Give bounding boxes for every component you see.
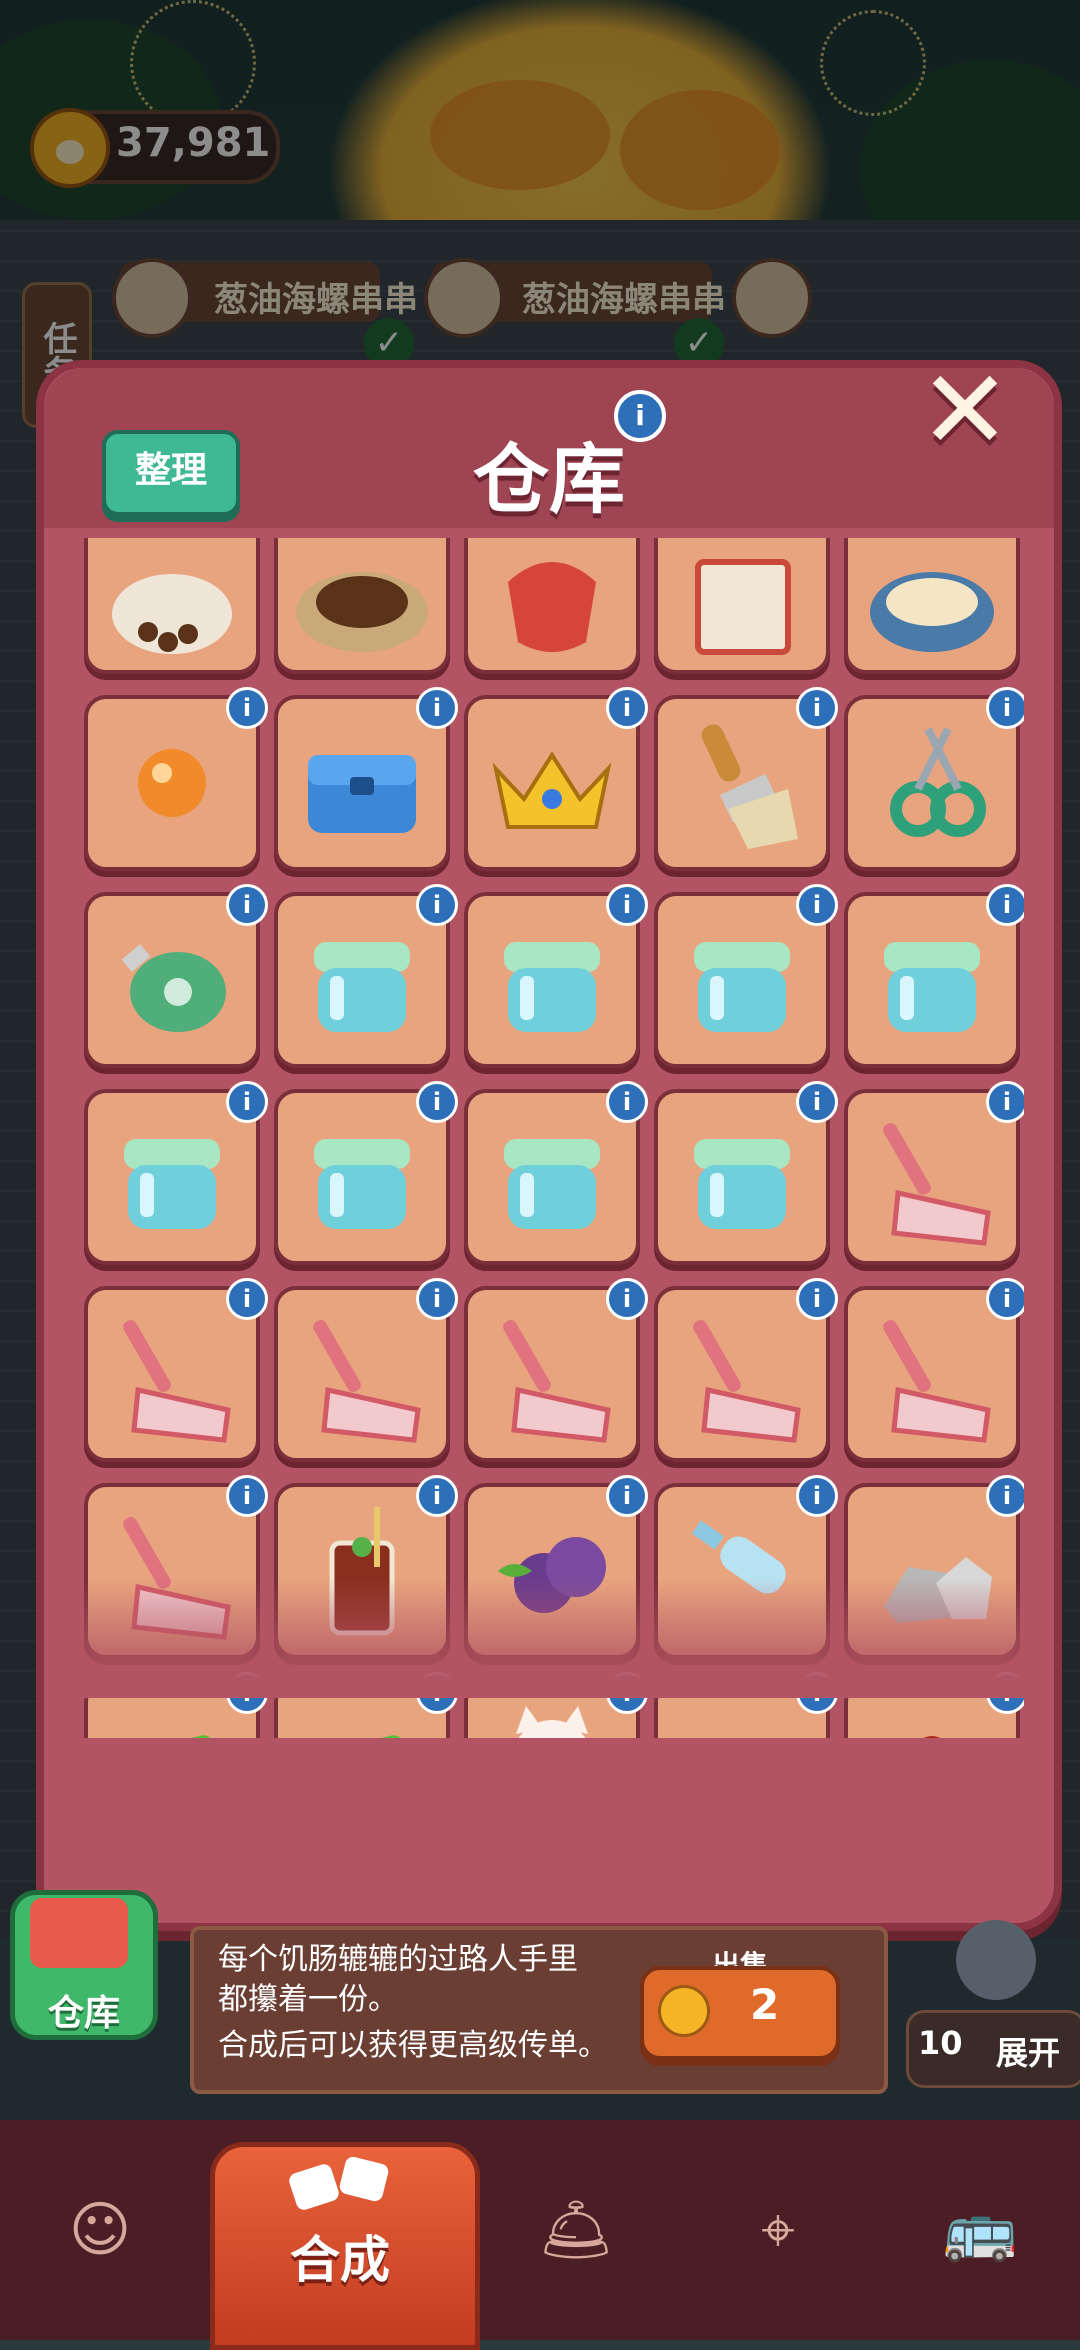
expand-count: 10 [918,2024,963,2062]
map-pin-icon[interactable]: ⌖ [718,2170,838,2290]
info-icon[interactable]: i [416,1475,458,1517]
inventory-slot[interactable]: i [84,1081,268,1265]
info-icon[interactable]: i [986,1081,1024,1123]
dustpan-icon [503,1320,611,1443]
info-icon[interactable]: i [986,1278,1024,1320]
info-icon[interactable]: i [986,1475,1024,1517]
sell-price: 2 [750,1980,780,2029]
orange-ball-icon [138,749,206,817]
info-icon[interactable]: i [226,884,268,926]
inventory-slot[interactable]: i [274,1081,458,1265]
info-icon[interactable]: i [796,687,838,729]
painting-scroll-icon [695,559,791,655]
glass-jar-icon [314,942,410,1032]
bus-icon[interactable]: 🚌 [920,2170,1040,2290]
inventory-slot[interactable]: i [84,884,268,1068]
dustpan-icon [883,1123,991,1246]
shop-bag-icon[interactable]: ☺ [40,2170,160,2290]
expand-label: 展开 [996,2034,1061,2072]
info-icon[interactable]: i [606,1278,648,1320]
inventory-slot[interactable]: i [654,884,838,1068]
info-icon[interactable]: i [606,687,648,729]
inventory-slot[interactable]: i [844,687,1024,871]
inventory-slot[interactable]: i [274,687,458,871]
panel-title: 仓库 [473,435,625,524]
warehouse-panel: 整理 仓库 i iiiiiiiiiiiiiiiiiiiiiiiiiiiiii [36,360,1062,1931]
inventory-slot[interactable]: i [464,687,648,871]
scissors-icon [890,727,986,837]
blue-bag-icon [308,755,416,833]
inventory-slot[interactable]: i [844,1278,1024,1462]
info-icon[interactable]: i [606,1081,648,1123]
inventory-slot[interactable] [844,538,1020,674]
dustpan-icon [313,1320,421,1443]
info-icon[interactable]: i [416,1081,458,1123]
inventory-slot[interactable]: i [274,1278,458,1462]
inventory-slot[interactable]: i [464,1278,648,1462]
inventory-slot[interactable]: i [844,884,1024,1068]
noodle-bowl-icon [870,572,994,652]
glass-jar-icon [314,1139,410,1229]
tiktok-icon[interactable] [956,1920,1036,2000]
info-icon[interactable]: i [226,1278,268,1320]
glass-jar-icon [124,1139,220,1229]
service-bell-icon[interactable]: 🛎 [516,2170,636,2290]
inventory-slot[interactable] [654,538,830,674]
glass-jar-icon [884,942,980,1032]
info-icon[interactable]: i [614,390,666,442]
info-icon[interactable]: i [796,1081,838,1123]
info-icon[interactable]: i [986,687,1024,729]
glass-jar-icon [504,942,600,1032]
close-button[interactable]: ✕ [910,355,1020,465]
dustpan-icon [883,1320,991,1443]
info-icon[interactable]: i [986,884,1024,926]
inventory-slot[interactable] [464,538,640,674]
info-icon[interactable]: i [606,884,648,926]
inventory-slot[interactable]: i [654,1278,838,1462]
coffee-bowl-icon [296,572,428,652]
inventory-slot[interactable]: i [464,1081,648,1265]
inventory-slot[interactable]: i [654,687,838,871]
info-icon[interactable]: i [796,1278,838,1320]
item-grid[interactable]: iiiiiiiiiiiiiiiiiiiiiiiiiiiiii [74,538,1024,1738]
info-icon[interactable]: i [796,884,838,926]
warehouse-label: 仓库 [47,1993,120,2034]
tape-measure-icon [121,944,226,1032]
info-icon[interactable]: i [416,687,458,729]
warehouse-box-icon [30,1898,128,1968]
merge-icon [289,2156,389,2210]
glass-jar-icon [504,1139,600,1229]
inventory-slot[interactable]: i [84,1278,268,1462]
glass-jar-icon [694,942,790,1032]
grid-fade [74,1578,1024,1698]
inventory-slot[interactable]: i [464,884,648,1068]
inventory-slot[interactable]: i [654,1081,838,1265]
coffee-beans-sack-icon [112,574,232,654]
inventory-slot[interactable] [84,538,260,674]
info-icon[interactable]: i [226,1475,268,1517]
inventory-slot[interactable] [274,538,450,674]
info-icon[interactable]: i [226,687,268,729]
tab-merge-label: 合成 [290,2231,390,2289]
info-icon[interactable]: i [796,1475,838,1517]
inventory-slot[interactable]: i [274,884,458,1068]
inventory-slot[interactable]: i [844,1081,1024,1265]
info-icon[interactable]: i [606,1475,648,1517]
item-merge-hint: 合成后可以获得更高级传单。 [218,2028,608,2063]
paint-brush-icon [701,724,798,849]
red-pouch-icon [508,562,596,652]
info-icon[interactable]: i [226,1081,268,1123]
info-icon[interactable]: i [416,884,458,926]
inventory-slot[interactable]: i [84,687,268,871]
paw-coin-icon [658,1985,710,2037]
info-icon[interactable]: i [416,1278,458,1320]
item-description: 每个饥肠辘辘的过路人手里都攥着一份。 [218,1942,578,2017]
dustpan-icon [693,1320,801,1443]
glass-jar-icon [694,1139,790,1229]
gold-crown-icon [492,751,612,829]
dustpan-icon [123,1320,231,1443]
